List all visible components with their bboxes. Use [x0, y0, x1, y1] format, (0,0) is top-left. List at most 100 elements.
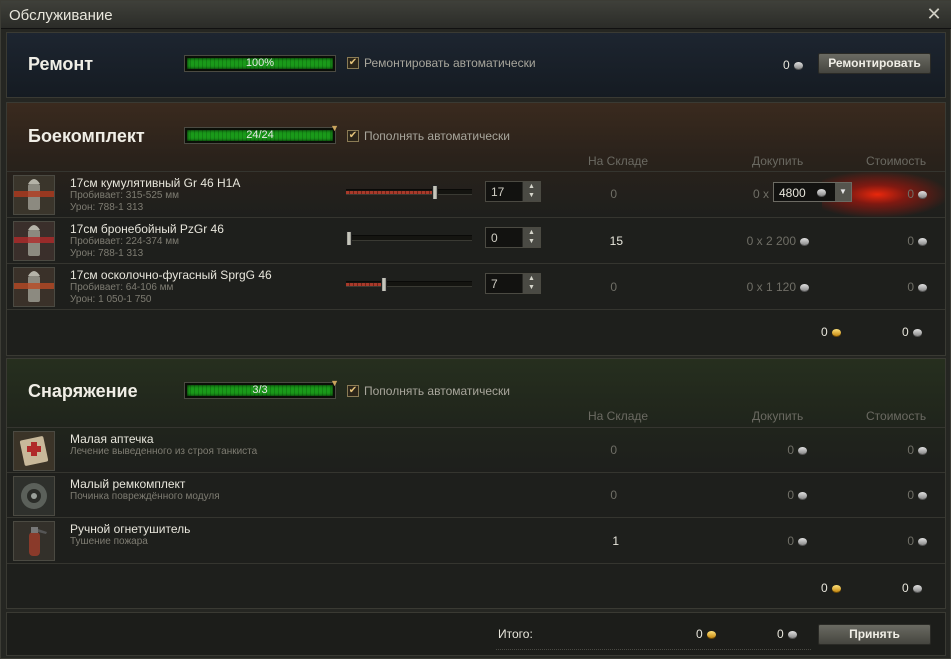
- col-buy-header: Докупить: [752, 154, 804, 168]
- ammo-progress-text: 24/24: [246, 129, 274, 141]
- repair-section: Ремонт 100% ✔ Ремонтировать автоматическ…: [6, 32, 946, 98]
- equip-buy: 0: [767, 534, 807, 548]
- window-title: Обслуживание: [9, 7, 113, 24]
- ammo-slider[interactable]: [346, 277, 472, 292]
- fire-extinguisher-icon: [13, 521, 55, 561]
- ammo-total-credits: 0: [902, 325, 922, 339]
- col-cost-header: Стоимость: [866, 154, 927, 168]
- slider-knob[interactable]: [432, 185, 438, 200]
- stepper-down-icon[interactable]: ▼: [523, 191, 540, 200]
- total-gold: 0: [696, 627, 716, 641]
- equip-stock: 1: [612, 534, 619, 548]
- checkbox-checked-icon: ✔: [347, 385, 359, 397]
- ammo-name: 17см бронебойный PzGr 46: [70, 222, 224, 236]
- equip-stock: 0: [610, 443, 617, 457]
- ammo-price-dropdown[interactable]: 4800 ▼: [773, 182, 852, 202]
- stepper-down-icon[interactable]: ▼: [523, 237, 540, 246]
- ammo-buy: 0 x 2 200: [727, 234, 809, 248]
- credits-icon: [918, 492, 927, 500]
- gold-icon: [831, 329, 841, 337]
- credits-icon: [918, 538, 927, 546]
- equip-cost: 0: [887, 488, 927, 502]
- col-stock-header: На Складе: [588, 154, 649, 168]
- ammo-buy-prefix: 0 x: [752, 187, 769, 201]
- ammo-name: 17см осколочно-фугасный SprgG 46: [70, 268, 272, 282]
- credits-icon: [798, 538, 807, 546]
- close-icon[interactable]: ✕: [924, 4, 944, 24]
- shell-he-icon: [13, 267, 55, 307]
- equip-cost: 0: [887, 443, 927, 457]
- checkbox-checked-icon: ✔: [347, 57, 359, 69]
- ammo-stock: 0: [610, 187, 617, 201]
- col-buy-header: Докупить: [752, 409, 804, 423]
- repair-auto-checkbox[interactable]: ✔ Ремонтировать автоматически: [347, 56, 536, 70]
- equip-buy: 0: [767, 443, 807, 457]
- ammo-progress: 24/24 ▼: [184, 123, 339, 144]
- equip-row: Малый ремкомплект Починка повреждённого …: [7, 472, 945, 517]
- ammo-cost: 0: [887, 187, 927, 201]
- title-bar[interactable]: Обслуживание ✕: [1, 1, 951, 29]
- credits-icon: [918, 284, 927, 292]
- ammo-slider[interactable]: [346, 185, 472, 200]
- shell-heat-icon: [13, 175, 55, 215]
- repair-progress: 100%: [184, 55, 336, 72]
- ammo-row: 17см бронебойный PzGr 46 Пробивает: 224-…: [7, 217, 945, 263]
- ammo-count-stepper[interactable]: 17 ▲ ▼: [485, 181, 541, 202]
- stepper-up-icon[interactable]: ▲: [523, 274, 540, 283]
- equipment-section: Снаряжение 3/3 ▼ ✔ Пополнять автоматичес…: [6, 358, 946, 609]
- repair-button[interactable]: Ремонтировать: [818, 53, 931, 74]
- total-credits: 0: [777, 627, 797, 641]
- ammo-name: 17см кумулятивный Gr 46 H1A: [70, 176, 241, 190]
- equip-progress: 3/3 ▼: [184, 378, 339, 399]
- equip-desc: Тушение пожара: [70, 536, 148, 547]
- credits-icon: [918, 238, 927, 246]
- slider-knob[interactable]: [346, 231, 352, 246]
- equip-row: Ручной огнетушитель Тушение пожара 1 0 0: [7, 517, 945, 563]
- repair-kit-icon: [13, 476, 55, 516]
- footer: Итого: 0 0 Принять: [6, 612, 946, 656]
- credits-icon: [918, 191, 927, 199]
- stepper-up-icon[interactable]: ▲: [523, 182, 540, 191]
- equip-total-gold: 0: [821, 581, 841, 595]
- equip-auto-label: Пополнять автоматически: [364, 384, 510, 398]
- ammo-damage: Урон: 788-1 313: [70, 202, 144, 213]
- ammo-stock: 0: [610, 280, 617, 294]
- total-label: Итого:: [498, 627, 533, 641]
- ammo-damage: Урон: 788-1 313: [70, 248, 144, 259]
- credits-icon: [800, 284, 809, 292]
- repair-title: Ремонт: [28, 54, 94, 74]
- ammo-section: Боекомплект 24/24 ▼ ✔ Пополнять автомати…: [6, 102, 946, 356]
- equip-title: Снаряжение: [28, 381, 138, 401]
- stepper-up-icon[interactable]: ▲: [523, 228, 540, 237]
- ammo-count-stepper[interactable]: 0 ▲ ▼: [485, 227, 541, 248]
- ammo-count-stepper[interactable]: 7 ▲ ▼: [485, 273, 541, 294]
- progress-marker-icon: ▼: [330, 123, 339, 133]
- ammo-damage: Урон: 1 050-1 750: [70, 294, 152, 305]
- accept-button[interactable]: Принять: [818, 624, 931, 645]
- slider-knob[interactable]: [381, 277, 387, 292]
- gold-icon: [831, 585, 841, 593]
- first-aid-kit-icon: [13, 431, 55, 471]
- equip-name: Малый ремкомплект: [70, 477, 186, 491]
- credits-icon: [800, 238, 809, 246]
- credits-icon: [912, 329, 922, 337]
- credits-icon: [912, 585, 922, 593]
- equip-auto-checkbox[interactable]: ✔ Пополнять автоматически: [347, 384, 510, 398]
- equip-name: Ручной огнетушитель: [70, 522, 191, 536]
- ammo-penetration: Пробивает: 224-374 мм: [70, 236, 179, 247]
- stepper-down-icon[interactable]: ▼: [523, 283, 540, 292]
- ammo-slider[interactable]: [346, 231, 472, 246]
- credits-icon: [793, 62, 803, 70]
- ammo-penetration: Пробивает: 315-525 мм: [70, 190, 179, 201]
- shell-ap-icon: [13, 221, 55, 261]
- equip-total-credits: 0: [902, 581, 922, 595]
- repair-auto-label: Ремонтировать автоматически: [364, 56, 536, 70]
- checkbox-checked-icon: ✔: [347, 130, 359, 142]
- ammo-row: 17см кумулятивный Gr 46 H1A Пробивает: 3…: [7, 171, 945, 217]
- chevron-down-icon[interactable]: ▼: [835, 183, 851, 201]
- credits-icon: [798, 447, 807, 455]
- equip-desc: Лечение выведенного из строя танкиста: [70, 446, 258, 457]
- ammo-auto-checkbox[interactable]: ✔ Пополнять автоматически: [347, 129, 510, 143]
- repair-cost: 0: [783, 58, 803, 72]
- credits-icon: [798, 492, 807, 500]
